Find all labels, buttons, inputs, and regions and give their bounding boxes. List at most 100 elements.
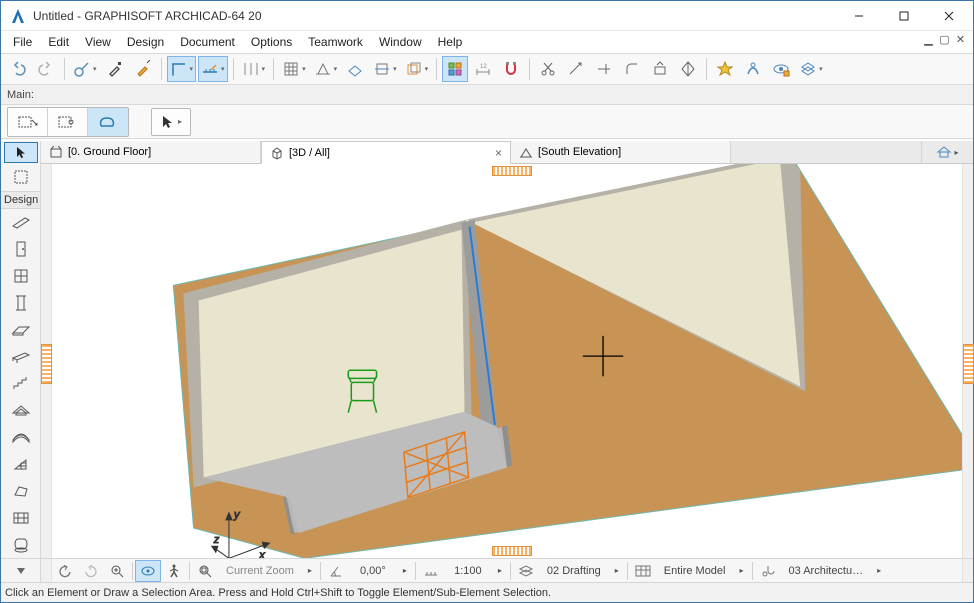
guides-button[interactable]: ▾ bbox=[239, 56, 269, 82]
mesh-tool[interactable] bbox=[4, 504, 38, 531]
angle-dropdown[interactable]: ▸ bbox=[397, 566, 413, 575]
toolbox-group-label: Design bbox=[1, 191, 40, 209]
selection-mode-group bbox=[7, 107, 129, 137]
magnet-button[interactable] bbox=[498, 56, 524, 82]
dim-style-dropdown[interactable]: ▸ bbox=[871, 566, 887, 575]
fit-button[interactable] bbox=[192, 560, 218, 582]
window-maximize-button[interactable] bbox=[881, 1, 926, 30]
walk-button[interactable] bbox=[161, 560, 187, 582]
dim-icon bbox=[755, 560, 781, 582]
menu-file[interactable]: File bbox=[5, 33, 40, 51]
arrow-mode-button[interactable]: ▸ bbox=[151, 108, 191, 136]
mdi-minimize-button[interactable]: ▁ bbox=[922, 33, 935, 46]
snap-button[interactable]: ▾ bbox=[311, 56, 341, 82]
grid-button[interactable]: ▾ bbox=[279, 56, 309, 82]
mdi-restore-button[interactable]: ▢ bbox=[938, 33, 951, 46]
zoom-dropdown[interactable]: ▸ bbox=[302, 566, 318, 575]
attributes-button[interactable] bbox=[740, 56, 766, 82]
favorites-button[interactable] bbox=[712, 56, 738, 82]
fillet-button[interactable] bbox=[619, 56, 645, 82]
toolbox-column: Design bbox=[1, 164, 41, 558]
trace-button[interactable]: ▾ bbox=[402, 56, 432, 82]
measure-button[interactable]: ▾ bbox=[198, 56, 228, 82]
nav-back-button[interactable] bbox=[52, 560, 78, 582]
wall-tool[interactable] bbox=[4, 209, 38, 236]
menu-options[interactable]: Options bbox=[243, 33, 300, 51]
eyedropper-button[interactable] bbox=[102, 56, 128, 82]
mdi-close-button[interactable]: ✕ bbox=[954, 33, 967, 46]
elevation-icon bbox=[519, 145, 533, 159]
toolbox-scroll-down[interactable] bbox=[1, 559, 41, 582]
tab-ground-floor[interactable]: [0. Ground Floor] bbox=[41, 141, 261, 163]
shell-tool[interactable] bbox=[4, 424, 38, 451]
inject-button[interactable] bbox=[130, 56, 156, 82]
menu-help[interactable]: Help bbox=[430, 33, 471, 51]
roof-tool[interactable] bbox=[4, 397, 38, 424]
column-tool[interactable] bbox=[4, 289, 38, 316]
beam-tool[interactable] bbox=[4, 343, 38, 370]
cut-button[interactable] bbox=[535, 56, 561, 82]
pick-button[interactable]: ▾ bbox=[70, 56, 100, 82]
tab-overflow-button[interactable]: ▸ bbox=[921, 141, 973, 163]
cutplane-button[interactable]: ▾ bbox=[370, 56, 400, 82]
view-bottom-bar: Current Zoom ▸ 0,00° ▸ 1:100 ▸ 02 Drafti… bbox=[1, 558, 973, 582]
split-button[interactable] bbox=[675, 56, 701, 82]
right-panel-handle[interactable] bbox=[962, 164, 973, 558]
intersect-button[interactable] bbox=[591, 56, 617, 82]
resize-button[interactable] bbox=[647, 56, 673, 82]
tab-south-elevation[interactable]: [South Elevation] bbox=[511, 141, 731, 163]
bottom-panel-handle[interactable] bbox=[492, 546, 532, 556]
show-button[interactable] bbox=[768, 56, 794, 82]
arrow-tool[interactable] bbox=[4, 142, 38, 163]
toolbox-arrow-slot bbox=[1, 141, 41, 164]
layers-button[interactable]: ▾ bbox=[796, 56, 826, 82]
menu-view[interactable]: View bbox=[77, 33, 119, 51]
window-minimize-button[interactable] bbox=[836, 1, 881, 30]
scale-dropdown[interactable]: ▸ bbox=[492, 566, 508, 575]
infobar: Main: bbox=[1, 85, 973, 105]
house-icon bbox=[936, 145, 952, 159]
curtainwall-tool[interactable] bbox=[4, 451, 38, 478]
window-close-button[interactable] bbox=[926, 1, 971, 30]
menu-design[interactable]: Design bbox=[119, 33, 172, 51]
zoom-button[interactable] bbox=[104, 560, 130, 582]
layer-combo-value: 02 Drafting bbox=[539, 565, 609, 577]
redo-button[interactable] bbox=[33, 56, 59, 82]
stair-tool[interactable] bbox=[4, 370, 38, 397]
handle-icon bbox=[963, 344, 974, 384]
scale-icon bbox=[418, 560, 444, 582]
menu-teamwork[interactable]: Teamwork bbox=[300, 33, 371, 51]
selection-mode-1[interactable] bbox=[8, 108, 48, 136]
dimension-button[interactable]: 12 bbox=[470, 56, 496, 82]
window-tool[interactable] bbox=[4, 263, 38, 290]
cube-icon bbox=[270, 146, 284, 160]
suspend-groups-button[interactable] bbox=[442, 56, 468, 82]
undo-button[interactable] bbox=[5, 56, 31, 82]
viewport-3d[interactable]: y z x bbox=[52, 164, 962, 558]
door-tool[interactable] bbox=[4, 236, 38, 263]
menu-edit[interactable]: Edit bbox=[40, 33, 77, 51]
ruler-button[interactable]: ▾ bbox=[167, 56, 197, 82]
plane-button[interactable] bbox=[342, 56, 368, 82]
orbit-button[interactable] bbox=[135, 560, 161, 582]
layer-combo-dropdown[interactable]: ▸ bbox=[609, 566, 625, 575]
menu-window[interactable]: Window bbox=[371, 33, 430, 51]
zoom-label: Current Zoom bbox=[218, 565, 302, 577]
adjust-button[interactable] bbox=[563, 56, 589, 82]
slab-tool[interactable] bbox=[4, 316, 38, 343]
left-panel-handle[interactable] bbox=[41, 164, 52, 558]
selection-mode-2[interactable] bbox=[48, 108, 88, 136]
object-tool[interactable] bbox=[4, 531, 38, 558]
model-view-dropdown[interactable]: ▸ bbox=[734, 566, 750, 575]
morph-tool[interactable] bbox=[4, 477, 38, 504]
svg-text:x: x bbox=[258, 549, 265, 558]
floorplan-icon bbox=[49, 145, 63, 159]
nav-forward-button[interactable] bbox=[78, 560, 104, 582]
handle-icon bbox=[41, 344, 52, 384]
tab-close-button[interactable]: × bbox=[495, 146, 502, 160]
menu-document[interactable]: Document bbox=[172, 33, 243, 51]
selection-mode-3[interactable] bbox=[88, 108, 128, 136]
tab-3d-all[interactable]: [3D / All] × bbox=[261, 141, 511, 164]
marquee-tool[interactable] bbox=[4, 164, 38, 191]
tab-label: [3D / All] bbox=[289, 147, 330, 159]
